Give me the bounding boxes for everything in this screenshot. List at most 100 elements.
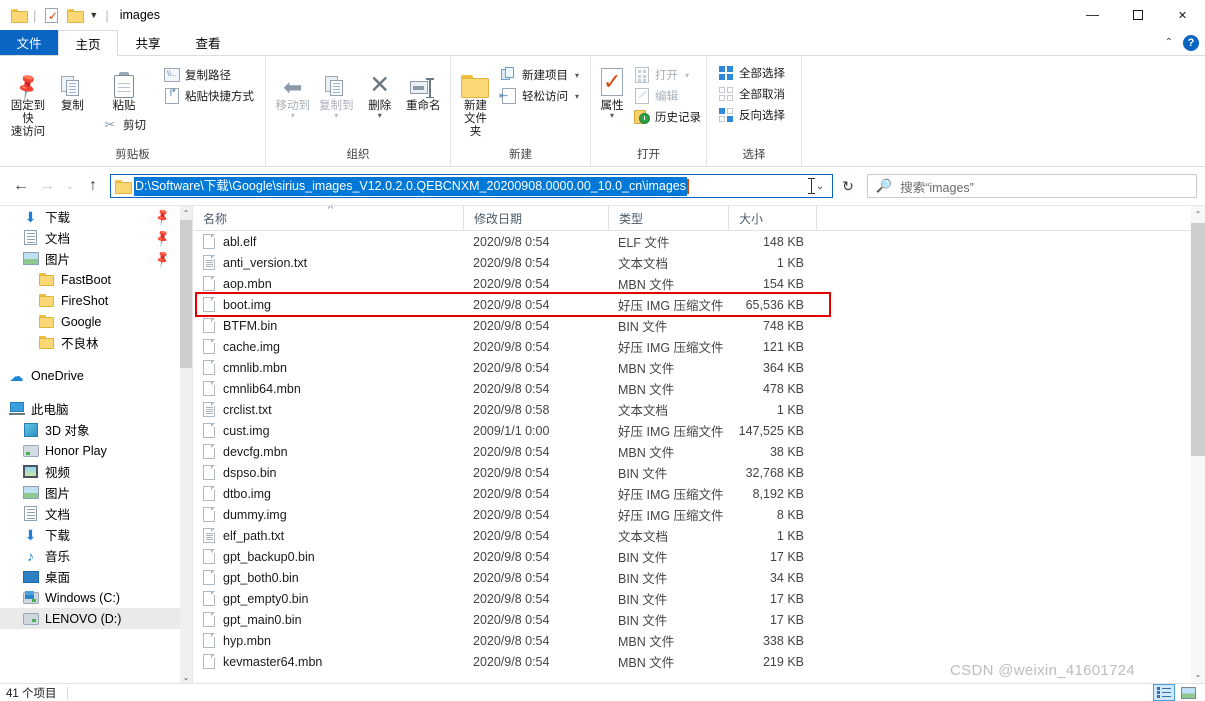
refresh-button[interactable]: ↻ [835, 174, 861, 198]
file-list-scroll-thumb[interactable] [1191, 223, 1205, 456]
sidebar-item--1[interactable]: 文档 📌 [0, 227, 180, 248]
table-row[interactable]: boot.img 2020/9/8 0:54 好压 IMG 压缩文件 65,536 K… [193, 294, 1205, 315]
folder-icon[interactable] [8, 4, 28, 26]
table-row[interactable]: aop.mbn 2020/9/8 0:54 MBN 文件 154 KB [193, 273, 1205, 294]
column-header-date[interactable]: 修改日期 [463, 206, 608, 230]
table-row[interactable]: abl.elf 2020/9/8 0:54 ELF 文件 148 KB [193, 231, 1205, 252]
scroll-up-icon[interactable]: ⌃ [180, 206, 192, 220]
large-icons-view-button[interactable] [1177, 684, 1199, 701]
chevron-up-icon[interactable]: ⌃ [1165, 37, 1173, 48]
pin-icon[interactable]: 📌 [152, 248, 172, 268]
column-header-type[interactable]: 类型 [608, 206, 728, 230]
sidebar-item--8[interactable]: 此电脑 [0, 398, 180, 419]
table-row[interactable]: cache.img 2020/9/8 0:54 好压 IMG 压缩文件 121 KB [193, 336, 1205, 357]
tab-view[interactable]: 查看 [178, 30, 238, 55]
sidebar-item--2[interactable]: 图片 📌 [0, 248, 180, 269]
sidebar-item-google-5[interactable]: Google [0, 311, 180, 332]
back-button[interactable]: ← [8, 173, 34, 199]
sidebar-item-onedrive-7[interactable]: ☁ OneDrive [0, 365, 180, 386]
new-item-button[interactable]: 新建项目 ▾ [496, 65, 584, 85]
table-row[interactable]: cmnlib.mbn 2020/9/8 0:54 MBN 文件 364 KB [193, 357, 1205, 378]
sidebar-item--11[interactable]: 视频 [0, 461, 180, 482]
table-row[interactable]: gpt_backup0.bin 2020/9/8 0:54 BIN 文件 17 KB [193, 546, 1205, 567]
table-row[interactable]: dummy.img 2020/9/8 0:54 好压 IMG 压缩文件 8 KB [193, 504, 1205, 525]
sidebar-item--16[interactable]: 桌面 [0, 566, 180, 587]
help-icon[interactable]: ? [1183, 34, 1199, 51]
tab-file[interactable]: 文件 [0, 30, 58, 55]
table-row[interactable]: devcfg.mbn 2020/9/8 0:54 MBN 文件 38 KB [193, 441, 1205, 462]
new-folder-button[interactable]: 新建 文件夹 [457, 60, 494, 139]
table-row[interactable]: cmnlib64.mbn 2020/9/8 0:54 MBN 文件 478 KB [193, 378, 1205, 399]
sidebar-item-windowsc-17[interactable]: Windows (C:) [0, 587, 180, 608]
music-icon: ♪ [27, 547, 34, 564]
minimize-button[interactable]: — [1070, 0, 1115, 30]
cell-name: crclist.txt [193, 402, 463, 417]
sidebar-item--6[interactable]: 不良林 [0, 332, 180, 353]
details-view-button[interactable] [1153, 684, 1175, 701]
pin-to-quick-access-button[interactable]: 📌 固定到快 速访问 [6, 60, 50, 139]
navigation-scrollbar[interactable]: ⌃ ⌄ [180, 206, 192, 683]
new-folder-icon[interactable] [64, 4, 84, 26]
table-row[interactable]: gpt_both0.bin 2020/9/8 0:54 BIN 文件 34 KB [193, 567, 1205, 588]
delete-button[interactable]: ✕ 删除 ▾ [359, 60, 401, 120]
file-list-scrollbar[interactable]: ⌃ ⌄ [1191, 206, 1205, 683]
sidebar-item-fastboot-3[interactable]: FastBoot [0, 269, 180, 290]
invert-selection-button[interactable]: 反向选择 [713, 105, 790, 125]
move-to-button[interactable]: ⬅ 移动到 ▾ [272, 60, 314, 120]
copy-path-button[interactable]: \\... 复制路径 [159, 65, 259, 85]
table-row[interactable]: hyp.mbn 2020/9/8 0:54 MBN 文件 338 KB [193, 630, 1205, 651]
properties-button[interactable]: ✓ 属性 ▾ [597, 60, 627, 120]
recent-locations-button[interactable]: ⌄ [60, 173, 80, 199]
sidebar-item--12[interactable]: 图片 [0, 482, 180, 503]
select-none-button[interactable]: 全部取消 [713, 84, 790, 104]
sidebar-item-lenovod-18[interactable]: LENOVO (D:) [0, 608, 180, 629]
sidebar-item--0[interactable]: ⬇ 下载 📌 [0, 206, 180, 227]
properties-icon[interactable]: ✓ [41, 4, 61, 26]
sidebar-item-3d-9[interactable]: 3D 对象 [0, 419, 180, 440]
sidebar-item-honorplay-10[interactable]: Honor Play [0, 440, 180, 461]
navigation-scroll-thumb[interactable] [180, 220, 192, 368]
table-row[interactable]: gpt_main0.bin 2020/9/8 0:54 BIN 文件 17 KB [193, 609, 1205, 630]
select-all-button[interactable]: 全部选择 [713, 63, 790, 83]
table-row[interactable]: dtbo.img 2020/9/8 0:54 好压 IMG 压缩文件 8,192 KB [193, 483, 1205, 504]
address-input[interactable]: D:\Software\下载\Google\sirius_images_V12.… [110, 174, 833, 198]
sidebar-item--13[interactable]: 文档 [0, 503, 180, 524]
sidebar-item-fireshot-4[interactable]: FireShot [0, 290, 180, 311]
paste-shortcut-button[interactable]: 粘贴快捷方式 [159, 86, 259, 106]
up-button[interactable]: ↑ [80, 173, 106, 199]
table-row[interactable]: kevmaster64.mbn 2020/9/8 0:54 MBN 文件 219 KB [193, 651, 1205, 672]
sidebar-item--15[interactable]: ♪ 音乐 [0, 545, 180, 566]
table-row[interactable]: gpt_empty0.bin 2020/9/8 0:54 BIN 文件 17 KB [193, 588, 1205, 609]
column-header-name[interactable]: 名称 [193, 206, 463, 230]
table-row[interactable]: elf_path.txt 2020/9/8 0:54 文本文档 1 KB [193, 525, 1205, 546]
table-row[interactable]: BTFM.bin 2020/9/8 0:54 BIN 文件 748 KB [193, 315, 1205, 336]
pin-icon[interactable]: 📌 [152, 227, 172, 247]
cut-button[interactable]: ✂ 剪切 [97, 115, 151, 135]
chevron-down-icon[interactable]: ▼ [87, 10, 100, 20]
forward-button[interactable]: → [34, 173, 60, 199]
copy-to-button[interactable]: 复制到 ▾ [316, 60, 358, 120]
close-button[interactable]: ✕ [1160, 0, 1205, 30]
scroll-down-icon[interactable]: ⌄ [1191, 666, 1205, 683]
chevron-down-icon: ⌄ [65, 180, 75, 192]
tab-home[interactable]: 主页 [58, 30, 118, 56]
sidebar-item--14[interactable]: ⬇ 下载 [0, 524, 180, 545]
table-row[interactable]: anti_version.txt 2020/9/8 0:54 文本文档 1 KB [193, 252, 1205, 273]
table-row[interactable]: dspso.bin 2020/9/8 0:54 BIN 文件 32,768 KB [193, 462, 1205, 483]
copy-button[interactable]: 复制 [52, 60, 93, 113]
edit-button[interactable]: 编辑 [629, 86, 706, 106]
search-input[interactable]: 🔍 搜索“images” [867, 174, 1197, 198]
tab-share[interactable]: 共享 [118, 30, 178, 55]
scroll-down-icon[interactable]: ⌄ [180, 670, 192, 683]
column-header-size[interactable]: 大小 [728, 206, 816, 230]
table-row[interactable]: crclist.txt 2020/9/8 0:58 文本文档 1 KB [193, 399, 1205, 420]
pin-icon[interactable]: 📌 [152, 206, 172, 226]
scroll-up-icon[interactable]: ⌃ [1191, 206, 1205, 223]
open-button[interactable]: 打开 ▾ [629, 65, 706, 85]
history-button[interactable]: 历史记录 [629, 107, 706, 127]
table-row[interactable]: cust.img 2009/1/1 0:00 好压 IMG 压缩文件 147,525 … [193, 420, 1205, 441]
paste-button[interactable]: 粘贴 [95, 60, 153, 113]
maximize-button[interactable] [1115, 0, 1160, 30]
rename-button[interactable]: 重命名 [403, 60, 445, 113]
easy-access-button[interactable]: 轻松访问 ▾ [496, 86, 584, 106]
